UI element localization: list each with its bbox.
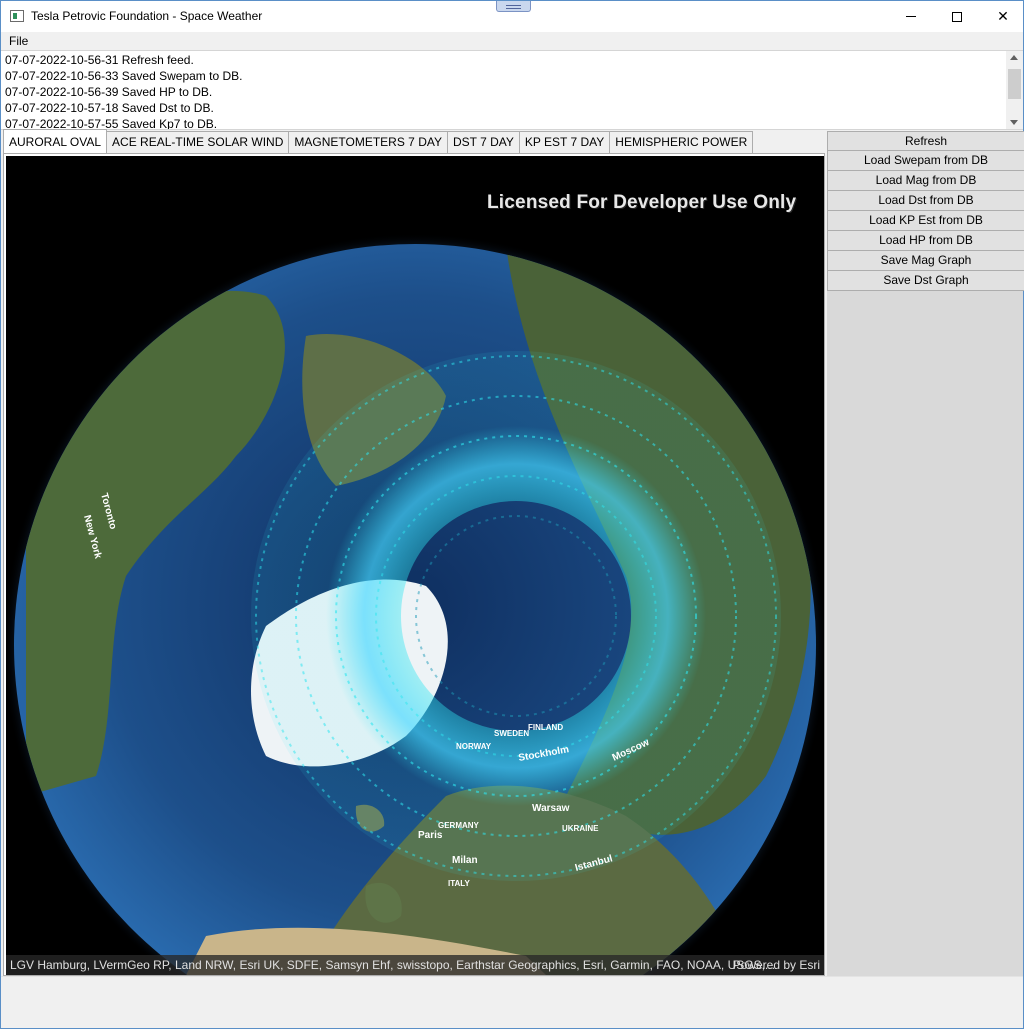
scroll-thumb[interactable] — [1008, 69, 1021, 99]
load-dst-button[interactable]: Load Dst from DB — [827, 191, 1024, 211]
save-dst-graph-button[interactable]: Save Dst Graph — [827, 271, 1024, 291]
tab-kp-est[interactable]: KP EST 7 DAY — [518, 131, 611, 153]
scroll-down-icon[interactable] — [1010, 120, 1018, 125]
load-mag-button[interactable]: Load Mag from DB — [827, 171, 1024, 191]
tab-auroral-oval[interactable]: AURORAL OVAL — [3, 129, 108, 153]
map-label-paris: Paris — [418, 830, 443, 841]
close-icon: ✕ — [997, 8, 1009, 24]
menu-file[interactable]: File — [9, 34, 28, 48]
title-bar[interactable]: Tesla Petrovic Foundation - Space Weathe… — [1, 1, 1023, 32]
globe-graphic: Toronto New York Stockholm Moscow SWEDEN… — [6, 233, 824, 975]
tab-strip: AURORAL OVAL ACE REAL-TIME SOLAR WIND MA… — [3, 129, 754, 153]
maximize-button[interactable] — [934, 1, 980, 32]
license-watermark: Licensed For Developer Use Only — [487, 192, 797, 213]
map-label-germany: GERMANY — [438, 821, 480, 830]
action-panel: Refresh Load Swepam from DB Load Mag fro… — [827, 131, 1024, 976]
powered-by-esri[interactable]: Powered by Esri — [733, 955, 820, 975]
save-mag-graph-button[interactable]: Save Mag Graph — [827, 251, 1024, 271]
minimize-button[interactable] — [888, 1, 934, 32]
map-attribution: LGV Hamburg, LVermGeo RP, Land NRW, Esri… — [6, 955, 824, 975]
log-line: 07-07-2022-10-57-18 Saved Dst to DB. — [5, 101, 214, 115]
refresh-button[interactable]: Refresh — [827, 131, 1024, 151]
log-output[interactable]: 07-07-2022-10-56-31 Refresh feed. 07-07-… — [1, 50, 1023, 130]
maximize-icon — [952, 11, 962, 22]
map-label-milan: Milan — [452, 855, 478, 866]
menu-bar: File — [1, 32, 1023, 50]
attribution-text: LGV Hamburg, LVermGeo RP, Land NRW, Esri… — [10, 958, 775, 972]
app-icon — [10, 10, 24, 22]
minimize-icon — [906, 16, 916, 17]
close-button[interactable]: ✕ — [980, 1, 1024, 32]
map-label-warsaw: Warsaw — [532, 803, 570, 814]
tab-magnetometers[interactable]: MAGNETOMETERS 7 DAY — [288, 131, 448, 153]
scroll-up-icon[interactable] — [1010, 55, 1018, 60]
snap-layout-handle[interactable] — [496, 1, 531, 12]
log-line: 07-07-2022-10-56-33 Saved Swepam to DB. — [5, 69, 243, 83]
window-title: Tesla Petrovic Foundation - Space Weathe… — [31, 9, 263, 23]
map-label-sweden: SWEDEN — [494, 729, 529, 738]
map-label-italy: ITALY — [448, 879, 470, 888]
log-line: 07-07-2022-10-56-39 Saved HP to DB. — [5, 85, 213, 99]
log-scrollbar[interactable] — [1006, 51, 1023, 129]
load-hp-button[interactable]: Load HP from DB — [827, 231, 1024, 251]
map-label-finland: FINLAND — [528, 723, 563, 732]
log-line: 07-07-2022-10-56-31 Refresh feed. — [5, 53, 194, 67]
load-swepam-button[interactable]: Load Swepam from DB — [827, 151, 1024, 171]
status-strip — [1, 976, 1023, 1028]
app-window: Tesla Petrovic Foundation - Space Weathe… — [0, 0, 1024, 1029]
log-line: 07-07-2022-10-57-55 Saved Kp7 to DB. — [5, 117, 218, 130]
map-panel: Toronto New York Stockholm Moscow SWEDEN… — [3, 153, 825, 976]
globe-map[interactable]: Toronto New York Stockholm Moscow SWEDEN… — [6, 156, 824, 975]
tab-ace-solar-wind[interactable]: ACE REAL-TIME SOLAR WIND — [106, 131, 290, 153]
tab-hemispheric-power[interactable]: HEMISPHERIC POWER — [609, 131, 754, 153]
load-kp-est-button[interactable]: Load KP Est from DB — [827, 211, 1024, 231]
tab-dst[interactable]: DST 7 DAY — [446, 131, 520, 153]
map-label-ukraine: UKRAINE — [562, 824, 599, 833]
map-label-norway: NORWAY — [456, 742, 492, 751]
